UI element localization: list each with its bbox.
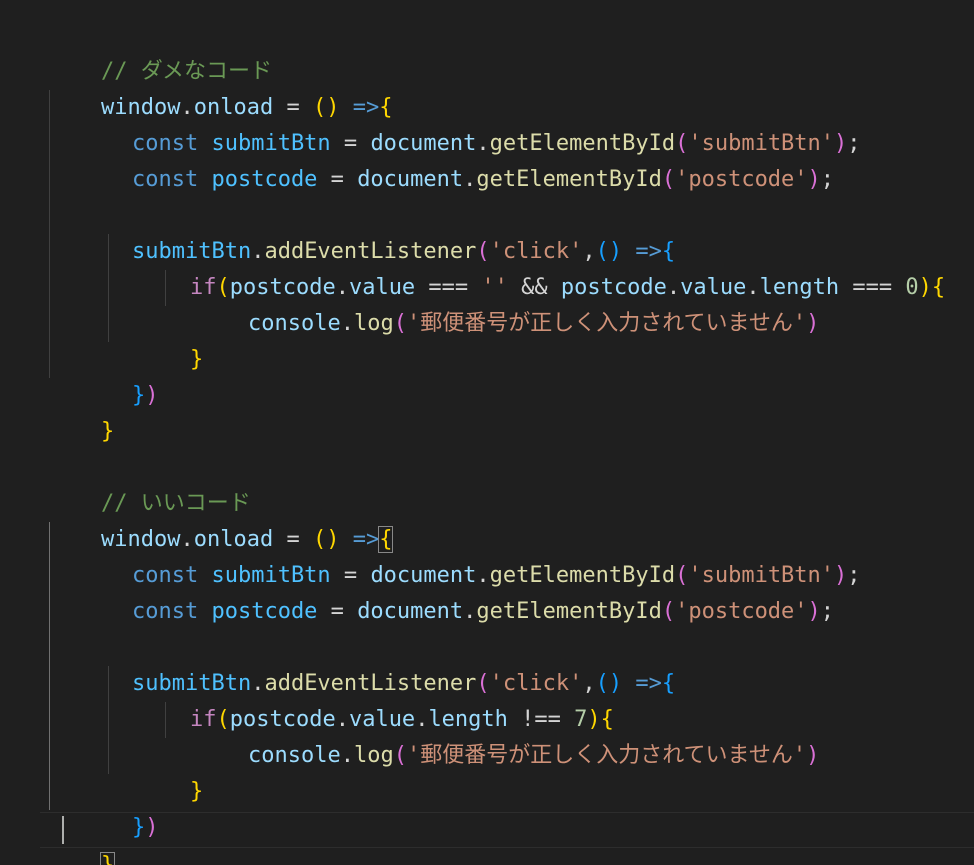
token-string: '郵便番号が正しく入力されていません' xyxy=(406,743,807,768)
token-bracket: ( xyxy=(661,167,676,192)
code-line[interactable]: submitBtn.addEventListener('click',() =>… xyxy=(79,630,675,696)
token-op: ; xyxy=(847,131,861,156)
token-postcode: postcode xyxy=(211,167,318,192)
token-op: = xyxy=(317,599,358,624)
token-const: const xyxy=(131,167,199,192)
token-op: === xyxy=(839,275,906,300)
token-console: console xyxy=(247,743,341,768)
code-line[interactable]: } xyxy=(48,378,114,444)
token-op xyxy=(622,671,635,696)
code-line[interactable]: const postcode = document.getElementById… xyxy=(79,126,834,192)
token-bracket: ( xyxy=(393,743,407,768)
code-line[interactable]: window.onload = () =>{ xyxy=(48,486,394,553)
token-bracket: ) xyxy=(806,311,820,336)
token-op: . xyxy=(463,167,477,192)
code-line[interactable]: } xyxy=(137,306,203,372)
token-string: '郵便番号が正しく入力されていません' xyxy=(406,311,807,336)
token-number: 0 xyxy=(905,275,919,300)
token-string: 'postcode' xyxy=(675,167,808,192)
token-bracket: ) xyxy=(834,563,848,588)
code-line[interactable]: if(postcode.value.length !== 7){ xyxy=(137,666,614,732)
code-line[interactable]: submitBtn.addEventListener('click',() =>… xyxy=(79,198,675,264)
token-arrow: => xyxy=(635,671,662,696)
token-bracket: { xyxy=(661,671,676,696)
code-line[interactable]: }) xyxy=(79,342,159,408)
token-bracket: ) xyxy=(807,167,821,192)
code-line[interactable]: window.onload = () =>{ xyxy=(48,54,392,120)
token-log: log xyxy=(353,743,394,768)
code-line[interactable]: const submitBtn = document.getElementByI… xyxy=(79,90,861,156)
current-line-highlight xyxy=(40,812,974,848)
token-op xyxy=(198,599,211,624)
token-op: = xyxy=(317,167,358,192)
code-line[interactable]: // いいコード xyxy=(48,450,251,516)
token-op: . xyxy=(340,743,354,768)
code-line[interactable]: } xyxy=(137,738,203,804)
code-line[interactable]: } xyxy=(48,812,116,865)
token-bracket: ) xyxy=(806,743,820,768)
token-bracket: ) xyxy=(918,275,932,300)
token-bracket: ) xyxy=(145,815,159,840)
token-op xyxy=(198,167,211,192)
token-bracket: } xyxy=(100,419,115,444)
token-log: log xyxy=(353,311,394,336)
token-document: document xyxy=(357,599,464,624)
token-bracket: } xyxy=(131,815,146,840)
token-postcode: postcode xyxy=(211,599,318,624)
token-bracket: { xyxy=(931,275,946,300)
code-line[interactable]: if(postcode.value === '' && postcode.val… xyxy=(137,234,945,300)
code-line[interactable]: // ダメなコード xyxy=(48,18,272,84)
token-document: document xyxy=(357,167,464,192)
token-bracket: } xyxy=(131,383,146,408)
token-string: 'postcode' xyxy=(675,599,808,624)
token-op: . xyxy=(463,599,477,624)
token-bracket: } xyxy=(189,347,204,372)
text-cursor xyxy=(62,816,64,844)
token-op: ; xyxy=(820,167,835,192)
code-editor[interactable]: // ダメなコード window.onload = () =>{ const s… xyxy=(0,0,974,865)
token-bracket: ( xyxy=(661,599,676,624)
code-line[interactable]: const submitBtn = document.getElementByI… xyxy=(79,522,861,588)
token-getElementById: getElementById xyxy=(476,167,662,192)
code-line[interactable]: const postcode = document.getElementById… xyxy=(79,558,834,624)
token-console: console xyxy=(247,311,341,336)
token-bracket: ( xyxy=(393,311,407,336)
code-line[interactable]: console.log('郵便番号が正しく入力されていません') xyxy=(195,270,819,336)
token-const: const xyxy=(131,599,199,624)
token-bracket: ) xyxy=(834,131,848,156)
token-op: ; xyxy=(820,599,835,624)
token-getElementById: getElementById xyxy=(476,599,662,624)
token-bracket: ) xyxy=(807,599,821,624)
token-op: . xyxy=(340,311,354,336)
token-bracket: ) xyxy=(145,383,159,408)
code-line[interactable]: }) xyxy=(79,774,159,840)
token-op: ; xyxy=(847,563,861,588)
token-bracket-matched: } xyxy=(99,852,116,865)
token-bracket: } xyxy=(189,779,204,804)
code-line[interactable]: console.log('郵便番号が正しく入力されていません') xyxy=(195,702,819,768)
